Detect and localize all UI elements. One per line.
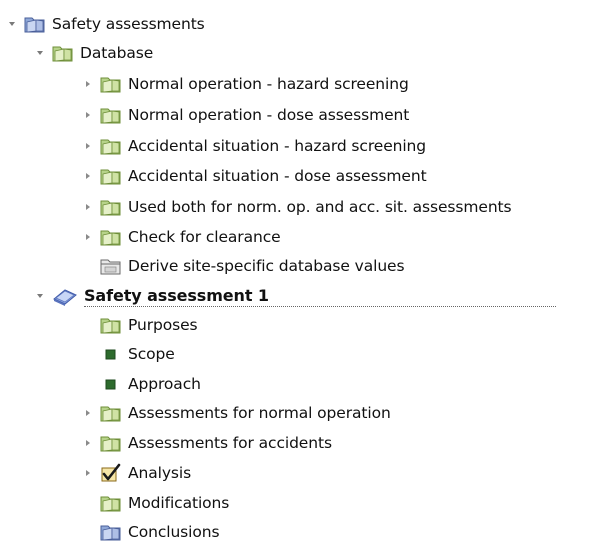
chevron-right-icon[interactable] <box>82 201 94 213</box>
tree-node-database-item[interactable]: Normal operation - dose assessment <box>82 101 409 129</box>
tree-node-database-item[interactable]: Accidental situation - dose assessment <box>82 162 427 190</box>
tree-node-label: Modifications <box>128 494 230 512</box>
tree-node-assessment-item[interactable]: Assessments for normal operation <box>82 399 391 427</box>
folder-green-icon <box>100 197 122 217</box>
tree-node-label: Assessments for normal operation <box>128 404 391 422</box>
tree-node-assessment-item[interactable]: Approach <box>82 370 201 398</box>
tree-node-label: Safety assessments <box>52 15 205 33</box>
tree-node-database-item[interactable]: Accidental situation - hazard screening <box>82 132 426 160</box>
checkbox-checked-icon <box>100 463 122 483</box>
tree-node-label: Database <box>80 44 154 62</box>
tree-node-label: Accidental situation - dose assessment <box>128 167 427 185</box>
tree-node-label: Purposes <box>128 316 198 334</box>
folder-green-icon <box>100 166 122 186</box>
chevron-down-icon[interactable] <box>34 290 46 302</box>
tree-node-safety-assessment-1[interactable]: Safety assessment 1 <box>34 282 556 310</box>
chevron-right-icon[interactable] <box>82 78 94 90</box>
tree-node-label: Conclusions <box>128 523 220 541</box>
chevron-right-icon[interactable] <box>82 140 94 152</box>
tree-node-label: Normal operation - hazard screening <box>128 75 409 93</box>
book-blue-icon <box>52 286 78 306</box>
tree-node-database-item[interactable]: Derive site-specific database values <box>82 252 405 280</box>
folder-green-icon <box>100 105 122 125</box>
tree-node-database[interactable]: Database <box>34 39 153 67</box>
folder-gray-icon <box>100 256 122 276</box>
folder-blue-icon <box>24 14 46 34</box>
folder-green-icon <box>100 403 122 423</box>
folder-green-icon <box>100 315 122 335</box>
tree-node-label: Analysis <box>128 464 192 482</box>
tree-node-label: Accidental situation - hazard screening <box>128 137 427 155</box>
chevron-right-icon[interactable] <box>82 170 94 182</box>
tree-node-label: Used both for norm. op. and acc. sit. as… <box>128 198 512 216</box>
tree-node-assessment-item[interactable]: Assessments for accidents <box>82 429 332 457</box>
tree-node-assessment-item[interactable]: Purposes <box>82 311 198 339</box>
tree-node-database-item[interactable]: Used both for norm. op. and acc. sit. as… <box>82 193 512 221</box>
tree-node-label: Derive site-specific database values <box>128 257 405 275</box>
green-square-icon <box>100 374 122 394</box>
chevron-right-icon[interactable] <box>82 437 94 449</box>
green-square-icon <box>100 344 122 364</box>
folder-blue-icon <box>100 522 122 542</box>
tree-node-label: Approach <box>128 375 201 393</box>
tree-node-label: Assessments for accidents <box>128 434 332 452</box>
chevron-right-icon[interactable] <box>82 467 94 479</box>
tree-node-assessment-item[interactable]: Analysis <box>82 459 191 487</box>
tree-node-database-item[interactable]: Check for clearance <box>82 223 281 251</box>
tree-view: Safety assessments Database Normal opera… <box>0 0 594 542</box>
tree-node-safety-assessments[interactable]: Safety assessments <box>6 10 205 38</box>
folder-green-icon <box>100 74 122 94</box>
tree-node-assessment-item[interactable]: Scope <box>82 340 175 368</box>
tree-node-database-item[interactable]: Normal operation - hazard screening <box>82 70 409 98</box>
tree-node-label: Scope <box>128 345 175 363</box>
folder-green-icon <box>100 493 122 513</box>
chevron-right-icon[interactable] <box>82 231 94 243</box>
folder-green-icon <box>52 43 74 63</box>
tree-node-label: Check for clearance <box>128 228 281 246</box>
chevron-down-icon[interactable] <box>6 18 18 30</box>
tree-node-assessment-item[interactable]: Modifications <box>82 489 229 517</box>
folder-green-icon <box>100 227 122 247</box>
tree-node-label-selected: Safety assessment 1 <box>84 286 556 307</box>
chevron-down-icon[interactable] <box>34 47 46 59</box>
folder-green-icon <box>100 136 122 156</box>
chevron-right-icon[interactable] <box>82 407 94 419</box>
chevron-right-icon[interactable] <box>82 109 94 121</box>
tree-node-label: Normal operation - dose assessment <box>128 106 410 124</box>
folder-green-icon <box>100 433 122 453</box>
